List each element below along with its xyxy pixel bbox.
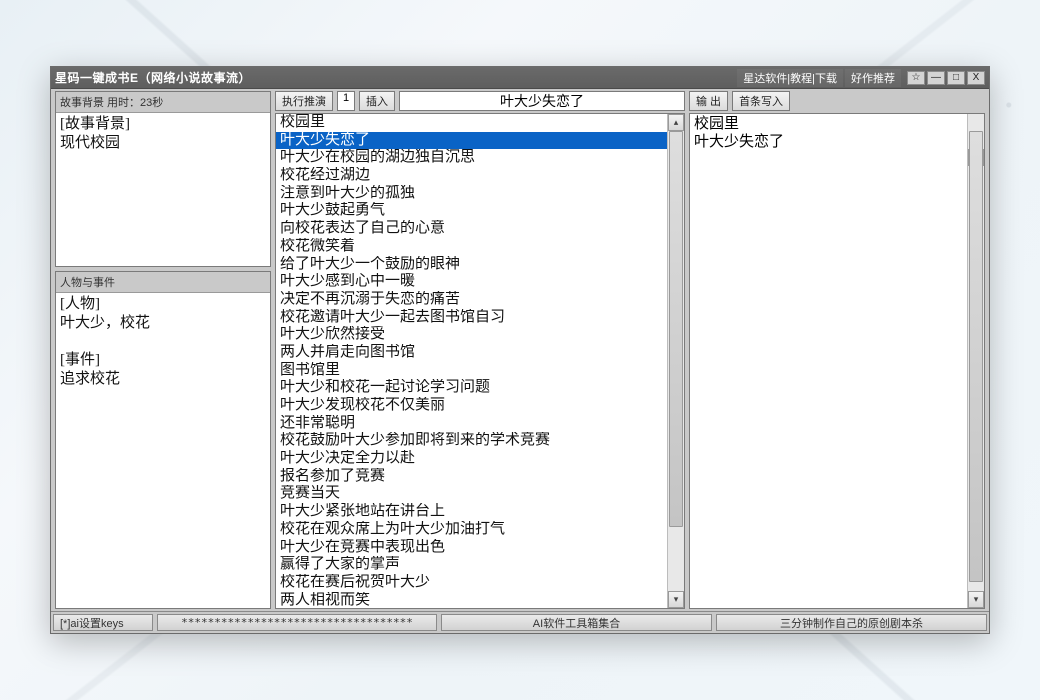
story-line[interactable]: 校花微笑着 (276, 238, 667, 256)
story-line[interactable]: 叶大少失恋了 (276, 132, 667, 150)
mid-toolbar: 执行推演 1 插入 叶大少失恋了 (275, 91, 685, 113)
seed-input[interactable]: 叶大少失恋了 (399, 91, 685, 111)
scroll-thumb[interactable] (969, 131, 983, 582)
scroll-down-icon[interactable]: ▾ (968, 591, 984, 608)
favorite-button[interactable]: ☆ (907, 71, 925, 85)
story-line[interactable]: 决定不再沉溺于失恋的痛苦 (276, 291, 667, 309)
story-line[interactable]: 叶大少欣然接受 (276, 326, 667, 344)
run-inference-button[interactable]: 执行推演 (275, 91, 333, 111)
left-column: 故事背景 用时：23秒 [故事背景] 现代校园 人物与事件 [人物] 叶大少，校… (55, 91, 271, 609)
story-line[interactable]: 两人相视而笑 (276, 592, 667, 609)
maximize-button[interactable]: □ (947, 71, 965, 85)
story-line[interactable]: 叶大少发现校花不仅美丽 (276, 397, 667, 415)
titlebar: 星码一键成书E（网络小说故事流） 星达软件|教程|下载 好作推荐 ☆ — □ X (51, 67, 989, 89)
output-text[interactable]: 校园里 叶大少失恋了 ▴ ▾ (689, 113, 985, 609)
story-line[interactable]: 图书馆里 (276, 362, 667, 380)
statusbar: [*]ai设置keys ****************************… (51, 611, 989, 633)
content-area: 故事背景 用时：23秒 [故事背景] 现代校园 人物与事件 [人物] 叶大少，校… (51, 89, 989, 611)
middle-column: 执行推演 1 插入 叶大少失恋了 校园里叶大少失恋了叶大少在校园的湖边独自沉思校… (275, 91, 685, 609)
story-line[interactable]: 叶大少和校花一起讨论学习问题 (276, 379, 667, 397)
story-line[interactable]: 校园里 (276, 114, 667, 132)
run-count-field[interactable]: 1 (337, 91, 355, 111)
minimize-button[interactable]: — (927, 71, 945, 85)
scrollbar[interactable]: ▴ ▾ (667, 114, 684, 608)
scrollbar-right[interactable]: ▴ ▾ (967, 114, 984, 608)
status-tutorial-link[interactable]: 三分钟制作自己的原创剧本杀 (716, 614, 987, 631)
story-line[interactable]: 叶大少鼓起勇气 (276, 202, 667, 220)
story-line[interactable]: 注意到叶大少的孤独 (276, 185, 667, 203)
story-line[interactable]: 给了叶大少一个鼓励的眼神 (276, 256, 667, 274)
story-line[interactable]: 报名参加了竞赛 (276, 468, 667, 486)
story-line[interactable]: 叶大少紧张地站在讲台上 (276, 503, 667, 521)
story-line[interactable]: 校花经过湖边 (276, 167, 667, 185)
story-line[interactable]: 叶大少感到心中一暖 (276, 273, 667, 291)
story-line[interactable]: 校花在观众席上为叶大少加油打气 (276, 521, 667, 539)
app-title: 星码一键成书E（网络小说故事流） (55, 69, 737, 86)
story-line[interactable]: 向校花表达了自己的心意 (276, 220, 667, 238)
status-masked-key: *********************************** (157, 614, 437, 631)
insert-button[interactable]: 插入 (359, 91, 395, 111)
scroll-thumb[interactable] (669, 131, 683, 527)
scroll-up-icon[interactable]: ▴ (668, 114, 684, 131)
story-list[interactable]: 校园里叶大少失恋了叶大少在校园的湖边独自沉思校花经过湖边注意到叶大少的孤独叶大少… (275, 113, 685, 609)
scroll-track[interactable] (968, 131, 984, 591)
story-line[interactable]: 竞赛当天 (276, 485, 667, 503)
story-line[interactable]: 还非常聪明 (276, 415, 667, 433)
scroll-track[interactable] (668, 131, 684, 591)
first-write-button[interactable]: 首条写入 (732, 91, 790, 111)
panel-header-background: 故事背景 用时：23秒 (56, 92, 270, 113)
title-link-2[interactable]: 好作推荐 (845, 69, 901, 87)
story-line[interactable]: 叶大少在校园的湖边独自沉思 (276, 149, 667, 167)
app-window: 星码一键成书E（网络小说故事流） 星达软件|教程|下载 好作推荐 ☆ — □ X… (50, 66, 990, 634)
close-button[interactable]: X (967, 71, 985, 85)
background-text[interactable]: [故事背景] 现代校园 (56, 113, 270, 266)
story-line[interactable]: 校花邀请叶大少一起去图书馆自习 (276, 309, 667, 327)
characters-text[interactable]: [人物] 叶大少，校花 [事件] 追求校花 (56, 293, 270, 608)
right-toolbar: 输 出 首条写入 (689, 91, 985, 113)
panel-header-characters: 人物与事件 (56, 272, 270, 293)
story-line[interactable]: 两人并肩走向图书馆 (276, 344, 667, 362)
story-line[interactable]: 校花在赛后祝贺叶大少 (276, 574, 667, 592)
title-link-1[interactable]: 星达软件|教程|下载 (737, 69, 843, 87)
story-line[interactable]: 叶大少在竞赛中表现出色 (276, 539, 667, 557)
story-line[interactable]: 赢得了大家的掌声 (276, 556, 667, 574)
window-controls: ☆ — □ X (907, 71, 985, 85)
title-links: 星达软件|教程|下载 好作推荐 (737, 69, 901, 87)
output-button[interactable]: 输 出 (689, 91, 728, 111)
story-line[interactable]: 叶大少决定全力以赴 (276, 450, 667, 468)
status-ai-keys[interactable]: [*]ai设置keys (53, 614, 153, 631)
scroll-down-icon[interactable]: ▾ (668, 591, 684, 608)
status-toolbox-link[interactable]: AI软件工具箱集合 (441, 614, 712, 631)
panel-characters-events: 人物与事件 [人物] 叶大少，校花 [事件] 追求校花 (55, 271, 271, 609)
panel-story-background: 故事背景 用时：23秒 [故事背景] 现代校园 (55, 91, 271, 267)
right-column: 输 出 首条写入 校园里 叶大少失恋了 ▴ ▾ (689, 91, 985, 609)
story-line[interactable]: 校花鼓励叶大少参加即将到来的学术竞赛 (276, 432, 667, 450)
